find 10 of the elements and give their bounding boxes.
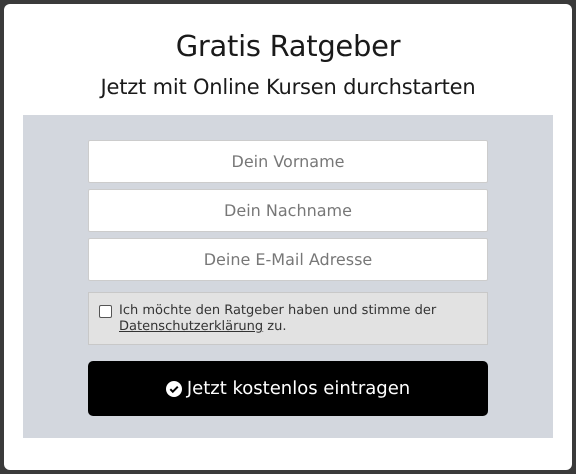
consent-text: Ich möchte den Ratgeber haben und stimme der Datenschutzerklärung zu. xyxy=(119,303,438,335)
form-subtitle: Jetzt mit Online Kursen durchstarten xyxy=(98,74,476,101)
input-field[interactable]: Dein Nachname xyxy=(88,189,488,232)
input-field[interactable]: Dein Vorname xyxy=(88,140,488,183)
check-circle-icon xyxy=(166,380,182,396)
form-title: Gratis Ratgeber xyxy=(174,28,402,65)
consent-checkbox[interactable] xyxy=(99,305,112,318)
submit-button[interactable]: Jetzt kostenlos eintragen xyxy=(88,361,488,416)
privacy-link[interactable]: Datenschutzerklärung xyxy=(119,319,264,334)
input-field[interactable]: Deine E-Mail Adresse xyxy=(88,238,488,281)
